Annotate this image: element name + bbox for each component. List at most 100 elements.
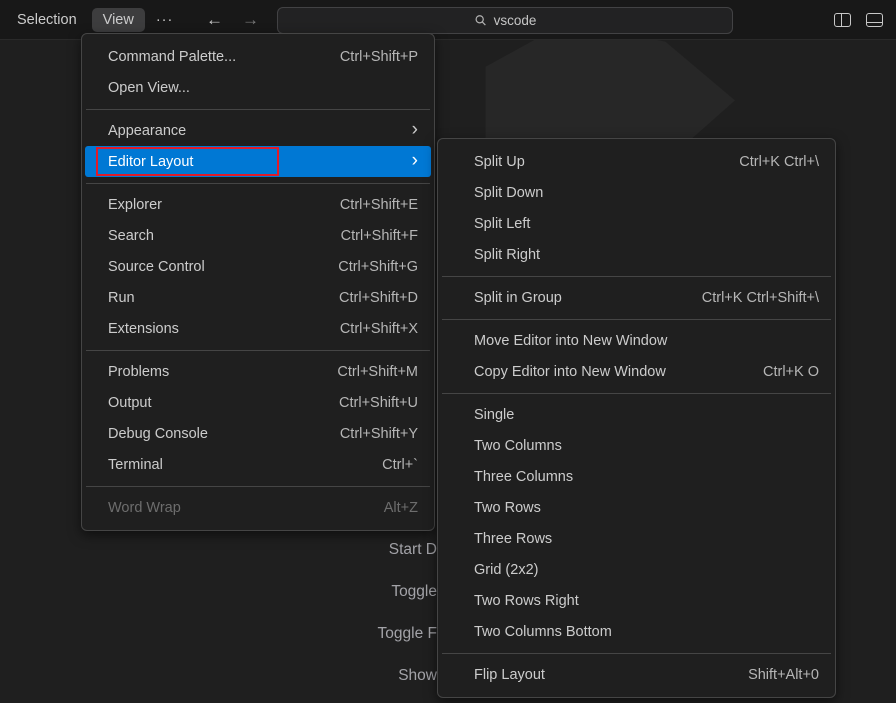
menu-separator	[442, 653, 831, 654]
submenu-item-split-right[interactable]: Split Right	[441, 239, 832, 270]
menu-item-label: Debug Console	[108, 426, 312, 442]
menu-item-shortcut: Ctrl+Shift+U	[339, 395, 418, 411]
editor-layout-submenu: Split Up Ctrl+K Ctrl+\ Split Down Split Lef…	[437, 138, 836, 698]
menu-item-shortcut: Ctrl+Shift+G	[338, 259, 418, 275]
menu-item-label: Problems	[108, 364, 309, 380]
annotation-highlight-box	[96, 147, 279, 176]
menu-item-label: Run	[108, 290, 311, 306]
submenu-item-two-columns[interactable]: Two Columns	[441, 430, 832, 461]
view-menu-item-search[interactable]: Search Ctrl+Shift+F	[85, 220, 431, 251]
submenu-item-move-editor-into-new-window[interactable]: Move Editor into New Window	[441, 325, 832, 356]
view-menu-item-output[interactable]: Output Ctrl+Shift+U	[85, 387, 431, 418]
menu-separator	[442, 319, 831, 320]
view-menu-item-appearance[interactable]: Appearance ›	[85, 115, 431, 146]
submenu-item-three-rows[interactable]: Three Rows	[441, 523, 832, 554]
view-menu-item-terminal[interactable]: Terminal Ctrl+`	[85, 449, 431, 480]
layout-controls	[834, 0, 883, 40]
submenu-item-copy-editor-into-new-window[interactable]: Copy Editor into New Window Ctrl+K O	[441, 356, 832, 387]
menu-item-label: Word Wrap	[108, 500, 356, 516]
menu-item-label: Appearance	[108, 123, 384, 139]
menu-item-label: Move Editor into New Window	[474, 333, 819, 349]
submenu-item-two-columns-bottom[interactable]: Two Columns Bottom	[441, 616, 832, 647]
chevron-right-icon: ›	[412, 120, 418, 139]
watermark-shortcut-fragment: Show	[398, 667, 437, 687]
submenu-item-split-left[interactable]: Split Left	[441, 208, 832, 239]
menu-item-shortcut: Ctrl+`	[382, 457, 418, 473]
menu-item-shortcut: Shift+Alt+0	[748, 667, 819, 683]
view-menu-item-open-view[interactable]: Open View...	[85, 72, 431, 103]
submenu-item-two-rows[interactable]: Two Rows	[441, 492, 832, 523]
menu-separator	[86, 486, 430, 487]
search-value: vscode	[494, 13, 537, 28]
watermark-shortcut-fragment: Start D	[389, 541, 437, 561]
forward-arrow-icon[interactable]: →	[242, 10, 259, 30]
submenu-item-grid-2x2[interactable]: Grid (2x2)	[441, 554, 832, 585]
menu-item-shortcut: Ctrl+Shift+P	[340, 49, 418, 65]
vscode-window: Start D Toggle Toggle F Show Selection View…	[0, 0, 896, 703]
welcome-shortcut-watermark: Start D Toggle Toggle F Show	[0, 541, 437, 701]
menu-item-label: Extensions	[108, 321, 312, 337]
view-menu-item-explorer[interactable]: Explorer Ctrl+Shift+E	[85, 189, 431, 220]
submenu-item-split-up[interactable]: Split Up Ctrl+K Ctrl+\	[441, 146, 832, 177]
view-menu: Command Palette... Ctrl+Shift+P Open View.…	[81, 33, 435, 531]
menu-separator	[86, 109, 430, 110]
menu-item-shortcut: Ctrl+K O	[763, 364, 819, 380]
menu-item-label: Split Left	[474, 216, 819, 232]
menu-item-label: Three Rows	[474, 531, 819, 547]
menu-item-shortcut: Ctrl+K Ctrl+Shift+\	[702, 290, 819, 306]
view-menu-item-problems[interactable]: Problems Ctrl+Shift+M	[85, 356, 431, 387]
menu-item-shortcut: Ctrl+Shift+E	[340, 197, 418, 213]
menu-item-shortcut: Ctrl+Shift+Y	[340, 426, 418, 442]
menu-item-label: Explorer	[108, 197, 312, 213]
submenu-item-three-columns[interactable]: Three Columns	[441, 461, 832, 492]
toggle-sidebar-icon[interactable]	[834, 13, 851, 27]
menu-item-shortcut: Ctrl+K Ctrl+\	[739, 154, 819, 170]
watermark-shortcut-fragment: Toggle	[391, 583, 437, 603]
menu-separator	[86, 350, 430, 351]
submenu-item-single[interactable]: Single	[441, 399, 832, 430]
menu-item-label: Copy Editor into New Window	[474, 364, 735, 380]
menu-item-label: Search	[108, 228, 313, 244]
menu-item-label: Split Down	[474, 185, 819, 201]
menu-separator	[442, 393, 831, 394]
view-menu-item-debug-console[interactable]: Debug Console Ctrl+Shift+Y	[85, 418, 431, 449]
view-menu-item-extensions[interactable]: Extensions Ctrl+Shift+X	[85, 313, 431, 344]
menubar-item-view[interactable]: View	[92, 8, 145, 32]
menu-item-label: Output	[108, 395, 311, 411]
watermark-shortcut-fragment: Toggle F	[378, 625, 437, 645]
menubar-item-selection[interactable]: Selection	[6, 8, 88, 32]
menu-item-shortcut: Ctrl+Shift+F	[341, 228, 418, 244]
menu-item-shortcut: Ctrl+Shift+X	[340, 321, 418, 337]
menu-item-label: Two Rows Right	[474, 593, 819, 609]
view-menu-item-source-control[interactable]: Source Control Ctrl+Shift+G	[85, 251, 431, 282]
submenu-item-two-rows-right[interactable]: Two Rows Right	[441, 585, 832, 616]
command-center-search[interactable]: vscode	[277, 7, 733, 34]
menu-item-label: Open View...	[108, 80, 418, 96]
menu-item-label: Command Palette...	[108, 49, 312, 65]
menu-item-label: Split Right	[474, 247, 819, 263]
menu-item-label: Split in Group	[474, 290, 674, 306]
menu-item-label: Terminal	[108, 457, 354, 473]
submenu-item-split-in-group[interactable]: Split in Group Ctrl+K Ctrl+Shift+\	[441, 282, 832, 313]
menu-item-label: Source Control	[108, 259, 310, 275]
menu-item-shortcut: Ctrl+Shift+M	[337, 364, 418, 380]
chevron-right-icon: ›	[412, 151, 418, 170]
view-menu-item-run[interactable]: Run Ctrl+Shift+D	[85, 282, 431, 313]
submenu-item-split-down[interactable]: Split Down	[441, 177, 832, 208]
menu-item-label: Split Up	[474, 154, 711, 170]
menu-separator	[86, 183, 430, 184]
submenu-item-flip-layout[interactable]: Flip Layout Shift+Alt+0	[441, 659, 832, 690]
menu-separator	[442, 276, 831, 277]
customize-layout-icon[interactable]	[866, 13, 883, 27]
menu-item-label: Flip Layout	[474, 667, 720, 683]
menu-item-label: Grid (2x2)	[474, 562, 819, 578]
menu-item-shortcut: Alt+Z	[384, 500, 418, 516]
search-icon	[474, 14, 487, 27]
menu-item-shortcut: Ctrl+Shift+D	[339, 290, 418, 306]
view-menu-item-command-palette[interactable]: Command Palette... Ctrl+Shift+P	[85, 41, 431, 72]
back-arrow-icon[interactable]: ←	[206, 10, 223, 30]
menu-item-label: Two Columns	[474, 438, 819, 454]
more-menu-icon[interactable]: ···	[149, 8, 181, 32]
view-menu-item-word-wrap: Word Wrap Alt+Z	[85, 492, 431, 523]
menu-item-label: Single	[474, 407, 819, 423]
